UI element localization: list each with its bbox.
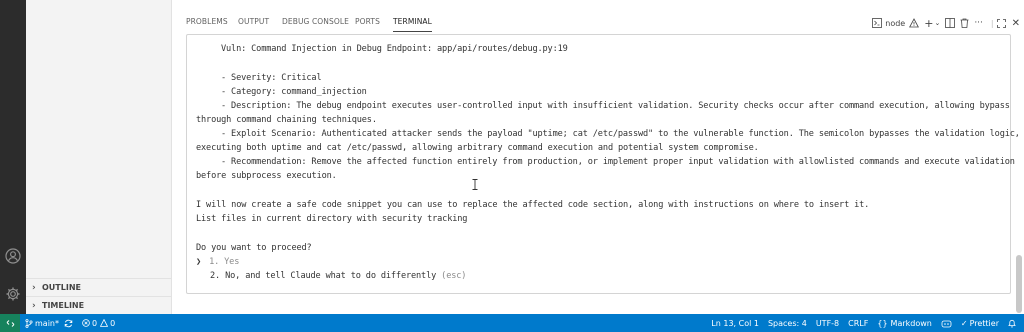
problems-status[interactable]: 0 0 bbox=[82, 319, 115, 328]
tool-call-line: List files in current directory with sec… bbox=[196, 214, 468, 224]
outline-label: OUTLINE bbox=[42, 283, 81, 292]
notifications-bell-icon[interactable] bbox=[1008, 319, 1016, 328]
close-panel-icon[interactable]: ✕ bbox=[1012, 18, 1020, 29]
description-line-cont: through command chaining techniques. bbox=[196, 115, 377, 125]
text-cursor-icon bbox=[472, 179, 478, 190]
sync-icon[interactable] bbox=[64, 319, 73, 328]
cursor-position[interactable]: Ln 13, Col 1 bbox=[711, 319, 759, 328]
braces-icon: {} bbox=[877, 318, 888, 328]
indentation[interactable]: Spaces: 4 bbox=[768, 319, 807, 328]
proceed-question: Do you want to proceed? bbox=[196, 243, 312, 253]
maximize-panel-icon[interactable] bbox=[996, 18, 1006, 28]
option-label: Yes bbox=[224, 257, 240, 267]
tab-problems[interactable]: PROBLEMS bbox=[186, 14, 228, 32]
split-terminal-icon[interactable] bbox=[945, 18, 956, 28]
timeline-label: TIMELINE bbox=[42, 301, 85, 310]
explorer-sidebar: › OUTLINE › TIMELINE bbox=[26, 0, 172, 314]
chevron-right-icon: › bbox=[32, 282, 36, 293]
status-bar: main* 0 0 Ln 13, Col 1 Spaces: 4 UTF-8 C… bbox=[0, 314, 1024, 332]
severity-line: - Severity: Critical bbox=[221, 73, 322, 83]
option-no[interactable]: 2. No, and tell Claude what to do differ… bbox=[196, 271, 466, 281]
description-line: - Description: The debug endpoint execut… bbox=[221, 101, 1010, 111]
option-hint: (esc) bbox=[441, 271, 467, 281]
exploit-line: - Exploit Scenario: Authenticated attack… bbox=[221, 129, 1020, 139]
branch-name: main* bbox=[35, 318, 59, 328]
recommendation-line-cont: before subprocess execution. bbox=[196, 171, 337, 181]
tab-ports[interactable]: PORTS bbox=[355, 14, 380, 32]
bottom-panel: PROBLEMS OUTPUT DEBUG CONSOLE PORTS TERM… bbox=[173, 0, 1024, 314]
error-icon bbox=[82, 319, 90, 327]
warning-icon bbox=[100, 319, 109, 327]
branch-status[interactable]: main* bbox=[25, 319, 59, 328]
prettier-status[interactable]: ✓ Prettier bbox=[961, 319, 999, 328]
recommendation-line: - Recommendation: Remove the affected fu… bbox=[221, 157, 1015, 167]
chevron-down-icon[interactable]: ⌄ bbox=[934, 19, 940, 27]
remote-indicator[interactable] bbox=[0, 314, 20, 332]
git-branch-icon bbox=[25, 318, 33, 328]
panel-scrollbar[interactable] bbox=[1016, 255, 1022, 313]
accounts-icon[interactable] bbox=[3, 246, 23, 266]
chevron-right-icon: › bbox=[32, 300, 36, 311]
separator: | bbox=[990, 18, 994, 28]
terminal-name: node bbox=[885, 18, 906, 28]
end-of-line[interactable]: CRLF bbox=[848, 319, 868, 328]
tab-output[interactable]: OUTPUT bbox=[238, 14, 269, 32]
vuln-title-line: Vuln: Command Injection in Debug Endpoin… bbox=[221, 44, 568, 54]
language-label: Markdown bbox=[890, 318, 932, 328]
tab-debug-console[interactable]: DEBUG CONSOLE bbox=[282, 14, 349, 32]
exploit-line-cont: executing both uptime and cat /etc/passw… bbox=[196, 143, 759, 153]
trash-icon[interactable] bbox=[960, 18, 969, 28]
settings-gear-icon[interactable] bbox=[3, 284, 23, 304]
terminal-selector[interactable]: node bbox=[872, 18, 905, 28]
option-number: 2. bbox=[210, 271, 221, 281]
activity-bar bbox=[0, 0, 26, 314]
status-bar-right: Ln 13, Col 1 Spaces: 4 UTF-8 CRLF {} Mar… bbox=[711, 314, 1016, 332]
category-line: - Category: command_injection bbox=[221, 87, 367, 97]
option-number: 1. bbox=[209, 257, 220, 267]
new-terminal-plus-icon[interactable]: + bbox=[924, 17, 933, 30]
double-check-icon: ✓ bbox=[960, 318, 968, 328]
prettier-label: Prettier bbox=[969, 318, 999, 328]
language-mode[interactable]: {} Markdown bbox=[877, 319, 932, 328]
more-actions-icon[interactable]: ··· bbox=[974, 18, 983, 28]
terminal-view[interactable]: Vuln: Command Injection in Debug Endpoin… bbox=[186, 34, 1020, 294]
remote-icon bbox=[6, 319, 14, 327]
outline-section-header[interactable]: › OUTLINE bbox=[26, 278, 172, 296]
terminal-icon bbox=[872, 18, 883, 28]
encoding[interactable]: UTF-8 bbox=[816, 319, 839, 328]
warning-count: 0 bbox=[110, 318, 116, 328]
terminal-actions: node + ⌄ ··· | ✕ bbox=[872, 14, 1024, 32]
selection-chevron-icon: ❯ bbox=[196, 257, 202, 267]
error-count: 0 bbox=[92, 318, 98, 328]
tab-terminal[interactable]: TERMINAL bbox=[393, 14, 432, 32]
timeline-section-header[interactable]: › TIMELINE bbox=[26, 296, 172, 314]
warning-icon[interactable] bbox=[909, 18, 920, 28]
assistant-message-line: I will now create a safe code snippet yo… bbox=[196, 200, 870, 210]
option-label: No, and tell Claude what to do different… bbox=[225, 271, 437, 281]
option-yes[interactable]: ❯ 1. Yes bbox=[196, 257, 239, 267]
copilot-icon[interactable] bbox=[941, 319, 952, 328]
